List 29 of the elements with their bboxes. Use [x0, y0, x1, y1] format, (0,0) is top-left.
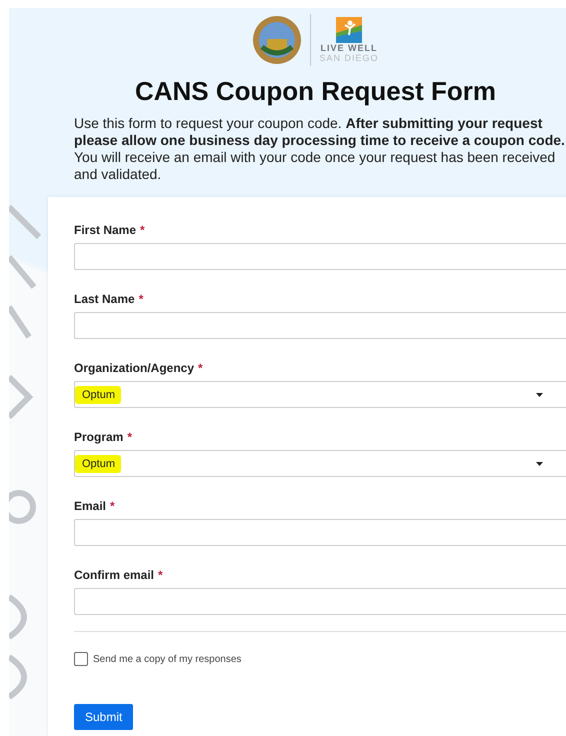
form-description: Use this form to request your coupon code. After submitting your request please allow one business day processing time to receive a coupon code. You will receive an email with your code once your request has been received and validated. [73, 115, 566, 183]
required-mark: * [198, 361, 203, 375]
submit-button[interactable]: Submit [74, 704, 134, 730]
checkbox-label: Send me a copy of my responses [93, 654, 242, 664]
dropdown-field[interactable]: Optum [74, 381, 566, 408]
required-mark: * [127, 430, 132, 444]
input-field[interactable] [74, 519, 566, 546]
caret-icon [536, 392, 543, 396]
required-mark: * [140, 223, 145, 237]
checkbox[interactable] [74, 652, 88, 666]
input-field[interactable] [74, 243, 566, 270]
field-label: Last Name [74, 292, 135, 306]
input-field[interactable] [74, 588, 566, 615]
dropdown-field[interactable]: Optum [74, 450, 566, 477]
person-on-field-icon [336, 17, 362, 43]
field-label: Organization/Agency [74, 361, 194, 375]
field-label: Confirm email [74, 568, 154, 582]
logo-subtext: SAN DIEGO [319, 53, 378, 63]
required-mark: * [110, 499, 115, 513]
required-mark: * [138, 292, 144, 306]
caret-icon [536, 462, 543, 466]
county-seal-icon [252, 15, 302, 65]
field-label: First Name [74, 223, 136, 237]
logo-text: LIVE WELL [320, 43, 378, 53]
field-label: Email [74, 499, 106, 513]
required-mark: * [158, 568, 163, 582]
form-title: CANS Coupon Request Form [134, 76, 496, 107]
input-field[interactable] [74, 312, 566, 339]
field-label: Program [74, 430, 124, 444]
